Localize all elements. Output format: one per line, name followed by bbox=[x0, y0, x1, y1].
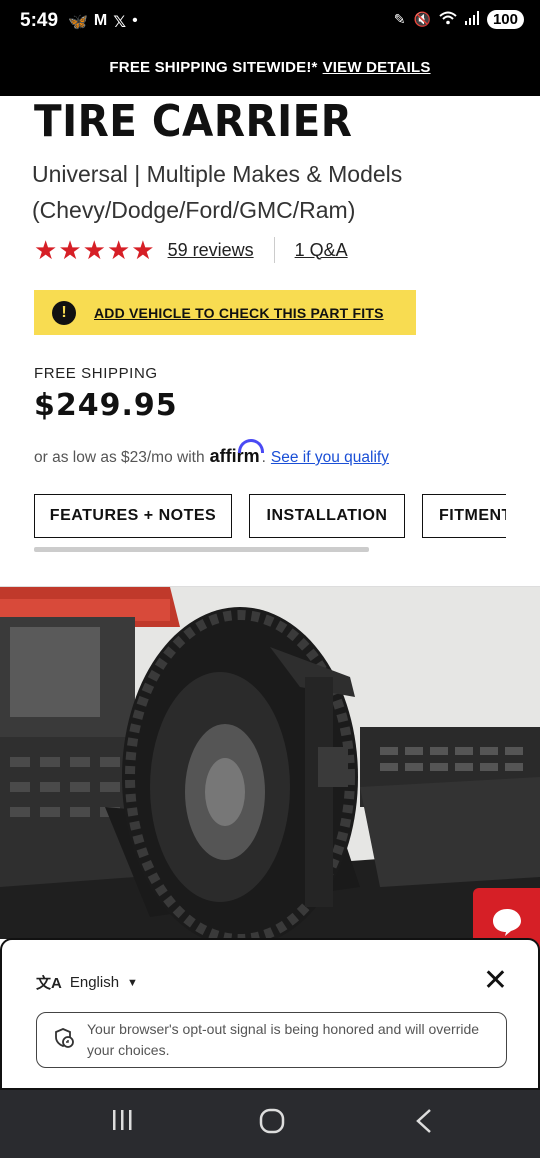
translate-icon: 文A bbox=[36, 975, 62, 992]
mute-icon: 🔇 bbox=[413, 11, 431, 27]
add-vehicle-button[interactable]: ! ADD VEHICLE TO CHECK THIS PART FITS bbox=[34, 290, 416, 335]
pen-icon: ✎ bbox=[393, 11, 406, 27]
star-icon: ★ bbox=[106, 235, 131, 265]
language-selector[interactable]: 文A English ▼ bbox=[36, 972, 138, 993]
affirm-arc-icon bbox=[237, 439, 264, 453]
star-icon: ★ bbox=[82, 235, 106, 265]
tab-features-notes[interactable]: FEATURES + NOTES bbox=[34, 494, 232, 538]
tabs-scrollbar[interactable] bbox=[34, 547, 369, 552]
promo-banner: FREE SHIPPING SITEWIDE!* VIEW DETAILS bbox=[0, 38, 540, 96]
opt-out-text: Your browser's opt-out signal is being h… bbox=[87, 1021, 480, 1058]
home-button[interactable] bbox=[259, 1108, 285, 1139]
star-icon: ★ bbox=[58, 235, 82, 265]
affirm-logo: affirm bbox=[210, 439, 264, 467]
chevron-down-icon: ▼ bbox=[127, 976, 138, 989]
back-button[interactable] bbox=[414, 1108, 434, 1139]
language-label: English bbox=[69, 974, 120, 991]
dot-icon: • bbox=[132, 12, 138, 29]
star-icon: ★ bbox=[131, 235, 155, 265]
notification-icons: 🦋 M 𝕏 • bbox=[68, 12, 138, 32]
shipping-label: FREE SHIPPING bbox=[34, 365, 158, 382]
alert-icon: ! bbox=[52, 300, 76, 325]
tab-installation[interactable]: INSTALLATION bbox=[249, 494, 405, 538]
system-navigation-bar bbox=[0, 1090, 540, 1158]
product-image[interactable] bbox=[0, 587, 540, 939]
section-tabs: FEATURES + NOTES INSTALLATION FITMENT bbox=[34, 494, 506, 538]
butterfly-icon: 🦋 bbox=[68, 14, 88, 31]
recent-apps-icon bbox=[113, 1110, 132, 1130]
financing-line: or as low as $23/mo with affirm. See if … bbox=[34, 439, 389, 467]
product-title: TIRE CARRIER bbox=[34, 96, 353, 147]
system-icons: ✎ 🔇 100 bbox=[394, 10, 524, 29]
close-button[interactable]: ✕ bbox=[483, 966, 508, 996]
status-bar: 5:49 🦋 M 𝕏 • ✎ 🔇 100 bbox=[0, 0, 540, 38]
x-icon: 𝕏 bbox=[113, 14, 127, 31]
star-rating[interactable]: ★ ★ ★ ★ ★ bbox=[34, 236, 156, 264]
view-details-link[interactable]: VIEW DETAILS bbox=[323, 59, 431, 76]
opt-out-notice: Your browser's opt-out signal is being h… bbox=[36, 1012, 507, 1068]
price: $249.95 bbox=[34, 388, 178, 423]
add-vehicle-label: ADD VEHICLE TO CHECK THIS PART FITS bbox=[94, 304, 384, 321]
status-time: 5:49 bbox=[20, 10, 59, 31]
financing-text: or as low as $23/mo with bbox=[34, 449, 205, 466]
consent-panel: 文A English ▼ ✕ Your browser's opt-out si… bbox=[0, 938, 540, 1090]
signal-icon bbox=[464, 11, 479, 28]
see-if-you-qualify-link[interactable]: See if you qualify bbox=[271, 449, 389, 467]
rating-row: ★ ★ ★ ★ ★ 59 reviews 1 Q&A bbox=[34, 236, 348, 264]
home-icon bbox=[259, 1108, 285, 1134]
product-subtitle: Universal | Multiple Makes & Models (Che… bbox=[32, 161, 403, 223]
qa-link[interactable]: 1 Q&A bbox=[295, 240, 348, 261]
gmail-icon: M bbox=[93, 12, 108, 29]
reviews-link[interactable]: 59 reviews bbox=[168, 240, 254, 261]
promo-text: FREE SHIPPING SITEWIDE!* bbox=[109, 58, 318, 76]
star-icon: ★ bbox=[34, 235, 58, 265]
back-icon bbox=[416, 1109, 431, 1133]
wifi-icon bbox=[439, 11, 457, 28]
divider bbox=[273, 237, 275, 263]
privacy-shield-icon bbox=[53, 1027, 79, 1054]
battery-indicator: 100 bbox=[486, 10, 524, 29]
tab-fitment[interactable]: FITMENT bbox=[422, 494, 506, 538]
chat-bubble-icon bbox=[492, 909, 521, 936]
recent-apps-button[interactable] bbox=[110, 1108, 134, 1137]
